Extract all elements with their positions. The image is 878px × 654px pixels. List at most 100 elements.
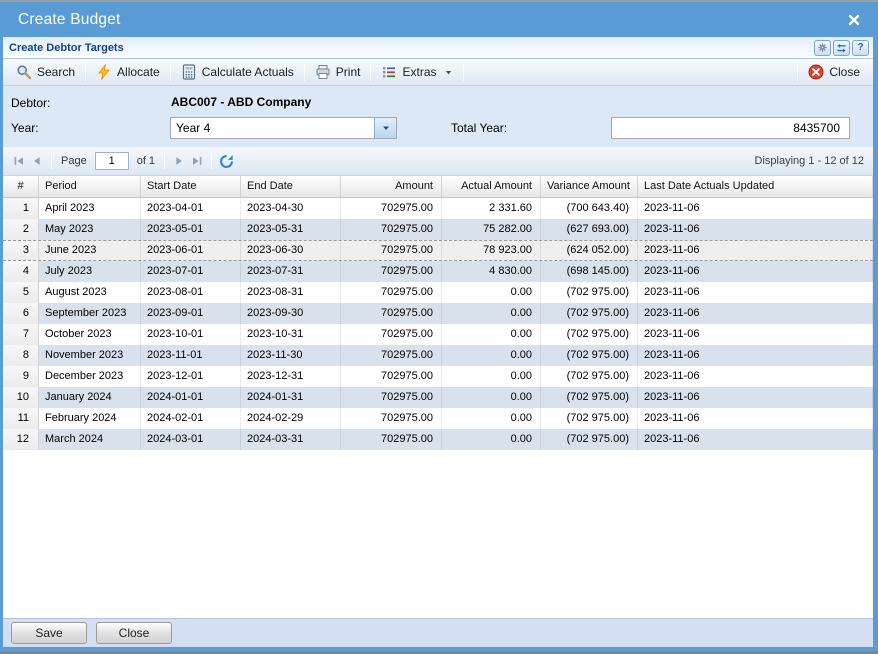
toolbar-separator — [797, 64, 798, 81]
calculate-actuals-button[interactable]: Calculate Actuals — [174, 62, 301, 82]
table-cell: February 2024 — [39, 408, 141, 429]
grid-body: 1April 20232023-04-012023-04-30702975.00… — [3, 198, 873, 618]
table-cell: (624 052.00) — [541, 241, 638, 260]
table-cell: (702 975.00) — [541, 324, 638, 345]
table-cell: 2023-09-30 — [241, 303, 341, 324]
table-cell: April 2023 — [39, 198, 141, 219]
table-row[interactable]: 3June 20232023-06-012023-06-30702975.007… — [3, 240, 873, 261]
panel-tools: ? — [814, 40, 869, 56]
search-button[interactable]: Search — [9, 62, 82, 82]
table-cell: 2023-11-06 — [638, 429, 873, 450]
extras-button[interactable]: Extras — [374, 62, 459, 82]
total-year-input[interactable] — [611, 117, 850, 139]
next-page-button[interactable] — [170, 152, 188, 170]
column-header[interactable]: Variance Amount — [541, 176, 638, 197]
table-cell: 2023-09-01 — [141, 303, 241, 324]
row-number-cell: 7 — [3, 324, 39, 345]
debtor-value: ABC007 - ABD Company — [171, 95, 311, 109]
chevron-down-icon — [444, 68, 453, 77]
column-header[interactable]: # — [3, 176, 39, 197]
table-cell: 2023-11-30 — [241, 345, 341, 366]
table-cell: March 2024 — [39, 429, 141, 450]
table-row[interactable]: 7October 20232023-10-012023-10-31702975.… — [3, 324, 873, 345]
table-cell: 2024-02-01 — [141, 408, 241, 429]
table-cell: 2023-11-06 — [638, 261, 873, 282]
table-cell: January 2024 — [39, 387, 141, 408]
column-header[interactable]: End Date — [241, 176, 341, 197]
table-cell: 2024-03-01 — [141, 429, 241, 450]
column-header[interactable]: Period — [39, 176, 141, 197]
year-select-value: Year 4 — [171, 118, 374, 138]
page-number-input[interactable] — [95, 152, 129, 170]
year-select[interactable]: Year 4 — [170, 117, 397, 139]
panel-header: Create Debtor Targets ? — [3, 37, 873, 59]
table-cell: (702 975.00) — [541, 387, 638, 408]
table-cell: 75 282.00 — [442, 219, 541, 240]
table-cell: 702975.00 — [341, 345, 442, 366]
refresh-button[interactable] — [217, 152, 235, 170]
paging-separator — [164, 153, 165, 169]
year-select-trigger[interactable] — [374, 118, 396, 138]
table-cell: (702 975.00) — [541, 303, 638, 324]
table-cell: 2024-01-01 — [141, 387, 241, 408]
row-number-cell: 3 — [3, 241, 39, 260]
table-cell: 2023-11-06 — [638, 219, 873, 240]
window-title: Create Budget — [18, 11, 121, 29]
table-cell: 0.00 — [442, 408, 541, 429]
close-button[interactable]: Close — [96, 622, 172, 644]
table-cell: 2023-11-06 — [638, 241, 873, 260]
row-number-cell: 11 — [3, 408, 39, 429]
refresh-tool-button[interactable] — [833, 40, 850, 56]
row-number-cell: 10 — [3, 387, 39, 408]
column-header[interactable]: Actual Amount — [442, 176, 541, 197]
table-cell: 702975.00 — [341, 366, 442, 387]
table-row[interactable]: 5August 20232023-08-012023-08-31702975.0… — [3, 282, 873, 303]
form-panel: Debtor: ABC007 - ABD Company Year: Year … — [3, 86, 873, 147]
last-page-button[interactable] — [188, 152, 206, 170]
table-cell: July 2023 — [39, 261, 141, 282]
table-row[interactable]: 11February 20242024-02-012024-02-2970297… — [3, 408, 873, 429]
table-row[interactable]: 6September 20232023-09-012023-09-3070297… — [3, 303, 873, 324]
allocate-button[interactable]: Allocate — [89, 62, 167, 82]
close-red-icon — [808, 64, 824, 80]
table-row[interactable]: 2May 20232023-05-012023-05-31702975.0075… — [3, 219, 873, 240]
print-button[interactable]: Print — [308, 62, 368, 82]
table-cell: 702975.00 — [341, 387, 442, 408]
table-cell: 2023-11-06 — [638, 366, 873, 387]
table-row[interactable]: 8November 20232023-11-012023-11-30702975… — [3, 345, 873, 366]
table-cell: 2023-04-30 — [241, 198, 341, 219]
settings-gear-button[interactable] — [814, 40, 831, 56]
table-cell: 2024-03-31 — [241, 429, 341, 450]
table-cell: (627 693.00) — [541, 219, 638, 240]
table-row[interactable]: 1April 20232023-04-012023-04-30702975.00… — [3, 198, 873, 219]
window-close-icon[interactable] — [846, 12, 862, 28]
previous-page-button[interactable] — [28, 152, 46, 170]
page-label: Page — [61, 155, 87, 167]
table-cell: 2023-07-01 — [141, 261, 241, 282]
toolbar-close-button[interactable]: Close — [801, 62, 867, 82]
table-cell: 2023-08-01 — [141, 282, 241, 303]
table-row[interactable]: 12March 20242024-03-012024-03-31702975.0… — [3, 429, 873, 450]
list-icon — [381, 64, 397, 80]
table-row[interactable]: 10January 20242024-01-012024-01-31702975… — [3, 387, 873, 408]
toolbar-separator — [370, 64, 371, 81]
first-page-button[interactable] — [10, 152, 28, 170]
column-header[interactable]: Last Date Actuals Updated — [638, 176, 873, 197]
table-cell: 2023-11-06 — [638, 387, 873, 408]
column-header[interactable]: Amount — [341, 176, 442, 197]
table-cell: 2023-06-30 — [241, 241, 341, 260]
table-cell: May 2023 — [39, 219, 141, 240]
dialog-body: Create Debtor Targets ? — [0, 37, 878, 651]
page-of-label: of 1 — [137, 155, 155, 167]
table-cell: 2023-05-01 — [141, 219, 241, 240]
save-button[interactable]: Save — [11, 622, 87, 644]
help-button[interactable]: ? — [852, 40, 869, 56]
window-titlebar: Create Budget — [0, 2, 878, 37]
table-cell: 0.00 — [442, 387, 541, 408]
table-cell: (702 975.00) — [541, 345, 638, 366]
table-cell: 0.00 — [442, 366, 541, 387]
total-year-label: Total Year: — [451, 121, 507, 135]
table-row[interactable]: 9December 20232023-12-012023-12-31702975… — [3, 366, 873, 387]
column-header[interactable]: Start Date — [141, 176, 241, 197]
table-row[interactable]: 4July 20232023-07-012023-07-31702975.004… — [3, 261, 873, 282]
